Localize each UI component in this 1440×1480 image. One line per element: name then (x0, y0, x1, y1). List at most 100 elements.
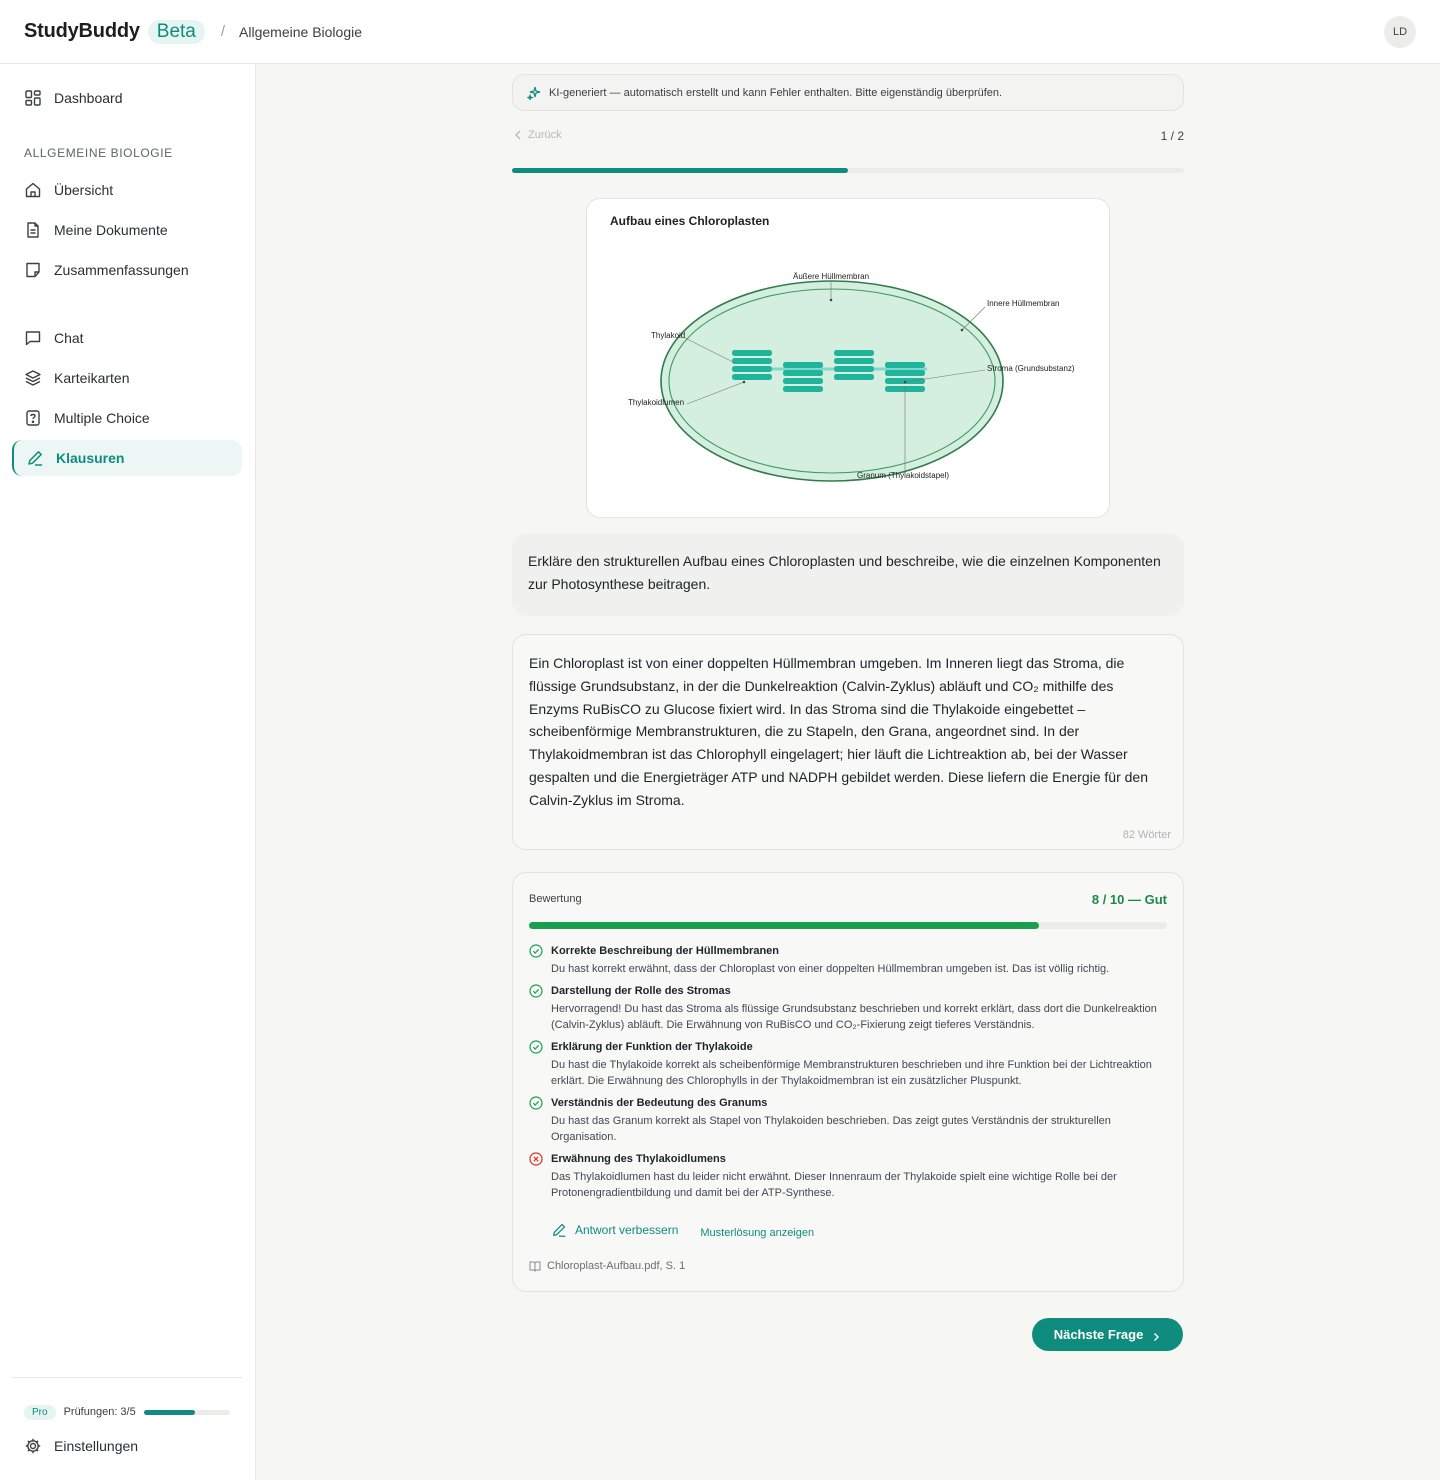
question-icon (24, 409, 42, 427)
sidebar-item-settings[interactable]: Einstellungen (12, 1428, 242, 1464)
sidebar-item-label: Meine Dokumente (54, 222, 168, 238)
score-bar (529, 922, 1167, 929)
criterion-item: Korrekte Beschreibung der Hüllmembranen … (529, 943, 1169, 977)
sidebar-item-dashboard[interactable]: Dashboard (12, 80, 242, 116)
exam-usage-text: Prüfungen: 3/5 (63, 1406, 136, 1418)
criterion-title: Erwähnung des Thylakoidlumens (551, 1153, 726, 1165)
show-solution-button[interactable]: Musterlösung anzeigen (700, 1227, 814, 1239)
improve-answer-button[interactable]: Antwort verbessern (551, 1222, 678, 1238)
check-circle-icon (529, 1040, 543, 1054)
back-label: Zurück (528, 129, 562, 141)
document-icon (24, 221, 42, 239)
sidebar: Dashboard ALLGEMEINE BIOLOGIE Übersicht … (0, 64, 256, 1480)
question-progress-fill (512, 168, 848, 173)
check-circle-icon (529, 1096, 543, 1110)
sidebar-item-summaries[interactable]: Zusammenfassungen (12, 252, 242, 288)
word-count: 82 Wörter (1122, 829, 1171, 842)
sidebar-divider (12, 1377, 242, 1378)
next-question-button[interactable]: Nächste Frage (1032, 1318, 1183, 1351)
label-inner-membrane: Innere Hüllmembran (987, 299, 1059, 308)
ai-generated-notice: KI-generiert — automatisch erstellt und … (512, 74, 1184, 111)
sidebar-item-multiple-choice[interactable]: Multiple Choice (12, 400, 242, 436)
label-stroma: Stroma (Grundsubstanz) (987, 364, 1075, 373)
sidebar-item-flashcards[interactable]: Karteikarten (12, 360, 242, 396)
answer-text: Ein Chloroplast ist von einer doppelten … (529, 655, 1148, 808)
breadcrumb-separator: / (220, 23, 226, 40)
x-circle-icon (529, 1152, 543, 1166)
question-text: Erkläre den strukturellen Aufbau eines C… (512, 534, 1184, 616)
note-icon (24, 261, 42, 279)
check-circle-icon (529, 984, 543, 998)
sidebar-item-label: Einstellungen (54, 1438, 139, 1454)
grid-icon (24, 89, 42, 107)
beta-badge: Beta (147, 19, 205, 44)
criterion-description: Du hast die Thylakoide korrekt als schei… (551, 1059, 1152, 1087)
criterion-title: Erklärung der Funktion der Thylakoide (551, 1041, 753, 1053)
sidebar-section-label: ALLGEMEINE BIOLOGIE (24, 146, 173, 160)
evaluation-panel: Bewertung 8 / 10 — Gut Korrekte Beschrei… (512, 872, 1184, 1292)
outer-membrane-shape (660, 280, 1004, 482)
sidebar-item-exams[interactable]: Klausuren (12, 440, 242, 476)
label-thylakoid-lumen: Thylakoidlumen (628, 398, 684, 407)
criterion-item: Erwähnung des Thylakoidlumens Das Thylak… (529, 1151, 1169, 1201)
sidebar-item-label: Chat (54, 330, 84, 346)
sparkle-icon (526, 86, 541, 101)
check-circle-icon (529, 944, 543, 958)
evaluation-actions: Antwort verbessern Musterlösung anzeigen (551, 1221, 814, 1239)
back-button[interactable]: Zurück (514, 129, 562, 141)
chloroplast-diagram: Äußere Hüllmembran Innere Hüllmembran Th… (628, 272, 1075, 482)
chevron-left-icon (514, 130, 522, 140)
main-content: KI-generiert — automatisch erstellt und … (256, 64, 1440, 1480)
gear-icon (24, 1437, 42, 1455)
sidebar-item-label: Übersicht (54, 182, 114, 198)
score-bar-fill (529, 922, 1040, 929)
pen-icon (551, 1222, 567, 1238)
chevron-right-icon (1151, 1330, 1161, 1341)
question-progress-bar (512, 168, 1184, 173)
label-thylakoid: Thylakoid (651, 331, 685, 340)
avatar[interactable]: LD (1384, 16, 1416, 48)
layers-icon (24, 369, 42, 387)
improve-answer-label: Antwort verbessern (575, 1223, 679, 1237)
top-bar: StudyBuddy Beta / Allgemeine Biologie LD (0, 0, 1440, 64)
criterion-item: Darstellung der Rolle des Stromas Hervor… (529, 983, 1169, 1033)
sidebar-item-documents[interactable]: Meine Dokumente (12, 212, 242, 248)
chloroplast-figure: Aufbau eines Chloroplasten Äußere Hüllme… (586, 198, 1110, 518)
criterion-description: Hervorragend! Du hast das Stroma als flü… (551, 1003, 1157, 1031)
evaluation-score: 8 / 10 — Gut (1091, 892, 1167, 907)
criterion-title: Darstellung der Rolle des Stromas (551, 985, 731, 997)
evaluation-label: Bewertung (529, 893, 582, 905)
sidebar-item-label: Dashboard (54, 90, 123, 106)
breadcrumb-course[interactable]: Allgemeine Biologie (239, 24, 362, 40)
criterion-title: Verständnis der Bedeutung des Granums (551, 1097, 768, 1109)
question-counter: 1 / 2 (1160, 129, 1184, 143)
source-label: Chloroplast-Aufbau.pdf, S. 1 (547, 1260, 686, 1272)
label-granum: Granum (Thylakoidstapel) (857, 471, 949, 480)
label-outer-membrane: Äußere Hüllmembran (793, 272, 869, 281)
book-icon (529, 1260, 541, 1272)
criterion-description: Du hast das Granum korrekt als Stapel vo… (551, 1115, 1111, 1143)
chat-icon (24, 329, 42, 347)
exam-usage-bar (143, 1409, 230, 1415)
criterion-title: Korrekte Beschreibung der Hüllmembranen (551, 945, 780, 957)
sidebar-item-label: Klausuren (56, 450, 125, 466)
sidebar-item-chat[interactable]: Chat (12, 320, 242, 356)
plan-usage: Pro Prüfungen: 3/5 (24, 1404, 234, 1420)
ai-notice-text: KI-generiert — automatisch erstellt und … (549, 86, 1003, 99)
exam-usage-bar-fill (143, 1409, 196, 1415)
next-question-label: Nächste Frage (1053, 1327, 1144, 1342)
criterion-item: Erklärung der Funktion der Thylakoide Du… (529, 1039, 1169, 1089)
pro-badge: Pro (24, 1404, 56, 1420)
sidebar-item-label: Karteikarten (54, 370, 130, 386)
brand-logo[interactable]: StudyBuddy (24, 20, 140, 43)
source-reference[interactable]: Chloroplast-Aufbau.pdf, S. 1 (529, 1260, 685, 1272)
answer-textarea[interactable]: Ein Chloroplast ist von einer doppelten … (512, 634, 1184, 850)
criterion-description: Das Thylakoidlumen hast du leider nicht … (551, 1171, 1117, 1199)
sidebar-item-label: Multiple Choice (54, 410, 150, 426)
sidebar-item-overview[interactable]: Übersicht (12, 172, 242, 208)
pen-icon (26, 449, 44, 467)
criterion-item: Verständnis der Bedeutung des Granums Du… (529, 1095, 1169, 1145)
home-icon (24, 181, 42, 199)
criterion-description: Du hast korrekt erwähnt, dass der Chloro… (551, 963, 1110, 975)
sidebar-item-label: Zusammenfassungen (54, 262, 189, 278)
